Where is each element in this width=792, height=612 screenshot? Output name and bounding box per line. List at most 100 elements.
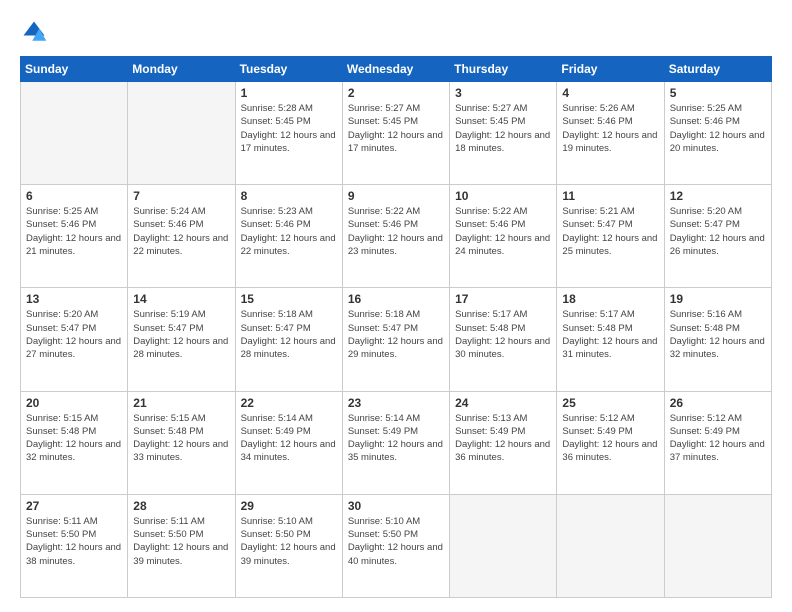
day-cell — [128, 82, 235, 185]
day-number: 17 — [455, 292, 551, 306]
day-cell — [21, 82, 128, 185]
day-cell: 4 Sunrise: 5:26 AM Sunset: 5:46 PM Daylig… — [557, 82, 664, 185]
day-cell: 3Sunrise: 5:27 AM Sunset: 5:45 PM Daylig… — [450, 82, 557, 185]
day-cell: 20Sunrise: 5:15 AM Sunset: 5:48 PM Dayli… — [21, 391, 128, 494]
day-info: Sunrise: 5:17 AM Sunset: 5:48 PM Dayligh… — [455, 308, 551, 361]
day-info: Sunrise: 5:19 AM Sunset: 5:47 PM Dayligh… — [133, 308, 229, 361]
day-number: 10 — [455, 189, 551, 203]
day-cell: 10Sunrise: 5:22 AM Sunset: 5:46 PM Dayli… — [450, 185, 557, 288]
calendar-table: SundayMondayTuesdayWednesdayThursdayFrid… — [20, 56, 772, 598]
col-header-sunday: Sunday — [21, 57, 128, 82]
day-info: Sunrise: 5:27 AM Sunset: 5:45 PM Dayligh… — [348, 102, 444, 155]
logo — [20, 18, 52, 46]
week-row-4: 20Sunrise: 5:15 AM Sunset: 5:48 PM Dayli… — [21, 391, 772, 494]
week-row-3: 13 Sunrise: 5:20 AM Sunset: 5:47 PM Dayli… — [21, 288, 772, 391]
day-info: Sunrise: 5:18 AM Sunset: 5:47 PM Dayligh… — [348, 308, 444, 361]
day-info: Sunrise: 5:11 AM Sunset: 5:50 PM Dayligh… — [133, 515, 229, 568]
week-row-2: 6 Sunrise: 5:25 AM Sunset: 5:46 PM Daylig… — [21, 185, 772, 288]
day-cell: 1Sunrise: 5:28 AM Sunset: 5:45 PM Daylig… — [235, 82, 342, 185]
day-info: Sunrise: 5:26 AM Sunset: 5:46 PM Dayligh… — [562, 102, 658, 155]
day-cell: 21 Sunrise: 5:15 AM Sunset: 5:48 PM Dayli… — [128, 391, 235, 494]
day-number: 28 — [133, 499, 229, 513]
day-number: 19 — [670, 292, 766, 306]
day-number: 11 — [562, 189, 658, 203]
day-number: 5 — [670, 86, 766, 100]
week-row-5: 27 Sunrise: 5:11 AM Sunset: 5:50 PM Dayli… — [21, 494, 772, 597]
day-info: Sunrise: 5:20 AM Sunset: 5:47 PM Dayligh… — [670, 205, 766, 258]
page: SundayMondayTuesdayWednesdayThursdayFrid… — [0, 0, 792, 612]
day-number: 1 — [241, 86, 337, 100]
day-info: Sunrise: 5:20 AM Sunset: 5:47 PM Dayligh… — [26, 308, 122, 361]
col-header-thursday: Thursday — [450, 57, 557, 82]
day-cell: 26Sunrise: 5:12 AM Sunset: 5:49 PM Dayli… — [664, 391, 771, 494]
header — [20, 18, 772, 46]
day-cell — [557, 494, 664, 597]
day-cell: 30 Sunrise: 5:10 AM Sunset: 5:50 PM Dayli… — [342, 494, 449, 597]
day-cell: 27 Sunrise: 5:11 AM Sunset: 5:50 PM Dayli… — [21, 494, 128, 597]
day-number: 6 — [26, 189, 122, 203]
day-info: Sunrise: 5:16 AM Sunset: 5:48 PM Dayligh… — [670, 308, 766, 361]
day-number: 29 — [241, 499, 337, 513]
day-info: Sunrise: 5:25 AM Sunset: 5:46 PM Dayligh… — [26, 205, 122, 258]
day-cell: 23Sunrise: 5:14 AM Sunset: 5:49 PM Dayli… — [342, 391, 449, 494]
day-cell: 8 Sunrise: 5:23 AM Sunset: 5:46 PM Daylig… — [235, 185, 342, 288]
day-cell: 22 Sunrise: 5:14 AM Sunset: 5:49 PM Dayli… — [235, 391, 342, 494]
day-info: Sunrise: 5:15 AM Sunset: 5:48 PM Dayligh… — [133, 412, 229, 465]
day-info: Sunrise: 5:23 AM Sunset: 5:46 PM Dayligh… — [241, 205, 337, 258]
day-number: 21 — [133, 396, 229, 410]
col-header-saturday: Saturday — [664, 57, 771, 82]
day-number: 22 — [241, 396, 337, 410]
logo-icon — [20, 18, 48, 46]
day-number: 13 — [26, 292, 122, 306]
day-info: Sunrise: 5:24 AM Sunset: 5:46 PM Dayligh… — [133, 205, 229, 258]
day-number: 3 — [455, 86, 551, 100]
day-number: 9 — [348, 189, 444, 203]
day-info: Sunrise: 5:11 AM Sunset: 5:50 PM Dayligh… — [26, 515, 122, 568]
day-cell: 24Sunrise: 5:13 AM Sunset: 5:49 PM Dayli… — [450, 391, 557, 494]
day-cell: 5 Sunrise: 5:25 AM Sunset: 5:46 PM Daylig… — [664, 82, 771, 185]
day-info: Sunrise: 5:14 AM Sunset: 5:49 PM Dayligh… — [241, 412, 337, 465]
day-number: 4 — [562, 86, 658, 100]
day-info: Sunrise: 5:18 AM Sunset: 5:47 PM Dayligh… — [241, 308, 337, 361]
col-header-monday: Monday — [128, 57, 235, 82]
day-cell: 13 Sunrise: 5:20 AM Sunset: 5:47 PM Dayli… — [21, 288, 128, 391]
day-number: 15 — [241, 292, 337, 306]
day-number: 7 — [133, 189, 229, 203]
day-info: Sunrise: 5:22 AM Sunset: 5:46 PM Dayligh… — [348, 205, 444, 258]
day-cell: 17 Sunrise: 5:17 AM Sunset: 5:48 PM Dayli… — [450, 288, 557, 391]
day-number: 14 — [133, 292, 229, 306]
day-cell: 25 Sunrise: 5:12 AM Sunset: 5:49 PM Dayli… — [557, 391, 664, 494]
day-number: 23 — [348, 396, 444, 410]
day-cell: 2 Sunrise: 5:27 AM Sunset: 5:45 PM Daylig… — [342, 82, 449, 185]
day-cell: 12Sunrise: 5:20 AM Sunset: 5:47 PM Dayli… — [664, 185, 771, 288]
week-row-1: 1Sunrise: 5:28 AM Sunset: 5:45 PM Daylig… — [21, 82, 772, 185]
day-cell: 14 Sunrise: 5:19 AM Sunset: 5:47 PM Dayli… — [128, 288, 235, 391]
day-info: Sunrise: 5:17 AM Sunset: 5:48 PM Dayligh… — [562, 308, 658, 361]
day-cell: 9 Sunrise: 5:22 AM Sunset: 5:46 PM Daylig… — [342, 185, 449, 288]
day-cell: 6 Sunrise: 5:25 AM Sunset: 5:46 PM Daylig… — [21, 185, 128, 288]
day-info: Sunrise: 5:12 AM Sunset: 5:49 PM Dayligh… — [670, 412, 766, 465]
day-number: 16 — [348, 292, 444, 306]
day-number: 27 — [26, 499, 122, 513]
day-info: Sunrise: 5:10 AM Sunset: 5:50 PM Dayligh… — [348, 515, 444, 568]
col-header-tuesday: Tuesday — [235, 57, 342, 82]
day-cell: 29 Sunrise: 5:10 AM Sunset: 5:50 PM Dayli… — [235, 494, 342, 597]
day-cell: 7 Sunrise: 5:24 AM Sunset: 5:46 PM Daylig… — [128, 185, 235, 288]
day-cell — [450, 494, 557, 597]
col-header-wednesday: Wednesday — [342, 57, 449, 82]
day-number: 8 — [241, 189, 337, 203]
day-info: Sunrise: 5:12 AM Sunset: 5:49 PM Dayligh… — [562, 412, 658, 465]
day-info: Sunrise: 5:25 AM Sunset: 5:46 PM Dayligh… — [670, 102, 766, 155]
col-header-friday: Friday — [557, 57, 664, 82]
day-cell: 19 Sunrise: 5:16 AM Sunset: 5:48 PM Dayli… — [664, 288, 771, 391]
day-number: 24 — [455, 396, 551, 410]
day-cell — [664, 494, 771, 597]
day-info: Sunrise: 5:15 AM Sunset: 5:48 PM Dayligh… — [26, 412, 122, 465]
day-cell: 16 Sunrise: 5:18 AM Sunset: 5:47 PM Dayli… — [342, 288, 449, 391]
day-number: 2 — [348, 86, 444, 100]
day-cell: 11 Sunrise: 5:21 AM Sunset: 5:47 PM Dayli… — [557, 185, 664, 288]
day-number: 25 — [562, 396, 658, 410]
day-info: Sunrise: 5:21 AM Sunset: 5:47 PM Dayligh… — [562, 205, 658, 258]
day-info: Sunrise: 5:10 AM Sunset: 5:50 PM Dayligh… — [241, 515, 337, 568]
day-number: 30 — [348, 499, 444, 513]
